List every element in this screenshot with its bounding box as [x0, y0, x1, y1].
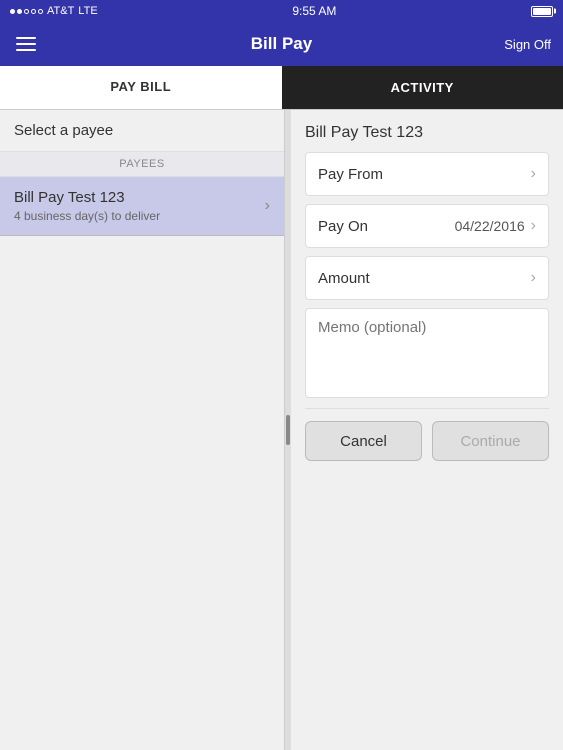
hamburger-icon	[16, 43, 36, 45]
pay-from-label: Pay From	[318, 166, 383, 183]
divider-line	[305, 408, 549, 409]
sign-off-button[interactable]: Sign Off	[504, 37, 551, 52]
network-type-label: LTE	[78, 5, 97, 17]
pay-on-row[interactable]: Pay On 04/22/2016 ›	[305, 204, 549, 248]
scroll-handle	[286, 415, 290, 445]
payee-subtitle: 4 business day(s) to deliver	[14, 209, 160, 223]
pay-from-chevron-icon: ›	[531, 165, 536, 183]
battery-icon	[531, 6, 553, 17]
payee-name: Bill Pay Test 123	[14, 189, 160, 206]
payee-item-content: Bill Pay Test 123 4 business day(s) to d…	[14, 189, 160, 223]
tab-activity[interactable]: ACTIVITY	[282, 66, 563, 109]
status-right	[531, 6, 553, 17]
menu-button[interactable]	[12, 33, 40, 55]
continue-button[interactable]: Continue	[432, 421, 549, 461]
pay-from-row[interactable]: Pay From ›	[305, 152, 549, 196]
hamburger-icon	[16, 37, 36, 39]
pay-on-chevron-icon: ›	[531, 217, 536, 235]
left-panel: Select a payee PAYEES Bill Pay Test 123 …	[0, 110, 285, 750]
signal-dots	[10, 9, 43, 14]
main-container: Select a payee PAYEES Bill Pay Test 123 …	[0, 110, 563, 750]
signal-dot-5	[38, 9, 43, 14]
select-payee-label: Select a payee	[14, 122, 113, 139]
nav-title: Bill Pay	[251, 34, 312, 54]
hamburger-icon	[16, 49, 36, 51]
signal-dot-2	[17, 9, 22, 14]
tab-pay-bill[interactable]: PAY BILL	[0, 66, 282, 109]
pay-on-value-container: 04/22/2016 ›	[455, 217, 536, 235]
pay-on-value: 04/22/2016	[455, 218, 525, 234]
amount-label: Amount	[318, 270, 370, 287]
signal-dot-4	[31, 9, 36, 14]
cancel-button[interactable]: Cancel	[305, 421, 422, 461]
memo-field[interactable]	[305, 308, 549, 398]
status-bar: AT&T LTE 9:55 AM	[0, 0, 563, 22]
payee-chevron-icon: ›	[265, 197, 270, 215]
right-panel-title: Bill Pay Test 123	[305, 124, 549, 142]
status-left: AT&T LTE	[10, 5, 98, 17]
nav-bar: Bill Pay Sign Off	[0, 22, 563, 66]
battery-fill	[533, 8, 551, 15]
signal-dot-3	[24, 9, 29, 14]
carrier-label: AT&T	[47, 5, 74, 17]
payees-section-label: PAYEES	[0, 152, 284, 177]
amount-chevron-icon: ›	[531, 269, 536, 287]
payee-item[interactable]: Bill Pay Test 123 4 business day(s) to d…	[0, 177, 284, 236]
signal-dot-1	[10, 9, 15, 14]
pay-on-label: Pay On	[318, 218, 368, 235]
status-time: 9:55 AM	[292, 4, 336, 18]
button-row: Cancel Continue	[305, 421, 549, 461]
select-payee-header: Select a payee	[0, 110, 284, 152]
tab-bar: PAY BILL ACTIVITY	[0, 66, 563, 110]
amount-row[interactable]: Amount ›	[305, 256, 549, 300]
right-panel: Bill Pay Test 123 Pay From › Pay On 04/2…	[291, 110, 563, 750]
